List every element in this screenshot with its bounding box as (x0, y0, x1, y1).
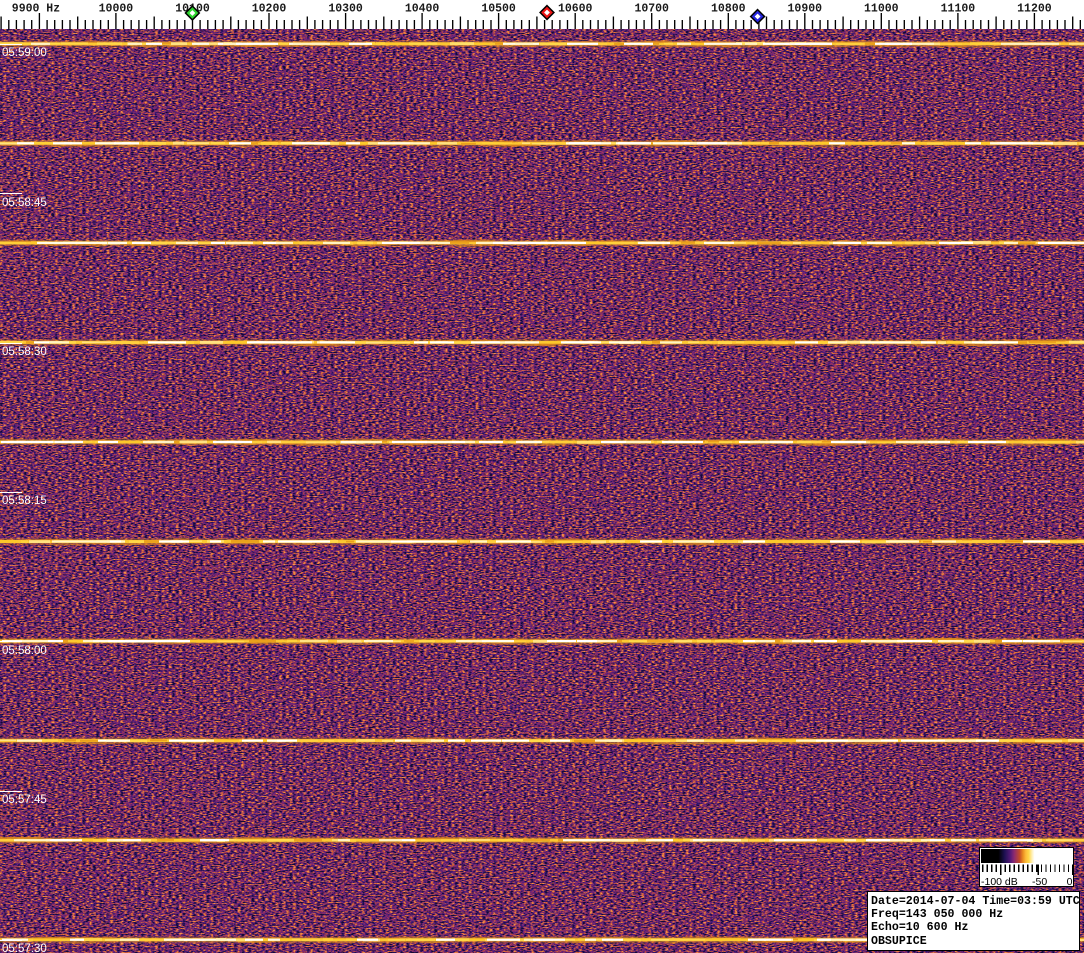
svg-text:11000: 11000 (864, 3, 899, 16)
svg-text:11100: 11100 (941, 3, 976, 16)
svg-text:11200: 11200 (1017, 3, 1052, 16)
svg-text:10300: 10300 (328, 3, 363, 16)
svg-text:10400: 10400 (405, 3, 440, 16)
svg-text:10700: 10700 (634, 3, 669, 16)
svg-text:10000: 10000 (99, 3, 134, 16)
svg-text:10200: 10200 (252, 3, 287, 16)
svg-text:10600: 10600 (558, 3, 593, 16)
svg-text:10800: 10800 (711, 3, 746, 16)
svg-text:10500: 10500 (481, 3, 516, 16)
svg-text:10900: 10900 (788, 3, 823, 16)
svg-text:9900 Hz: 9900 Hz (12, 3, 60, 16)
